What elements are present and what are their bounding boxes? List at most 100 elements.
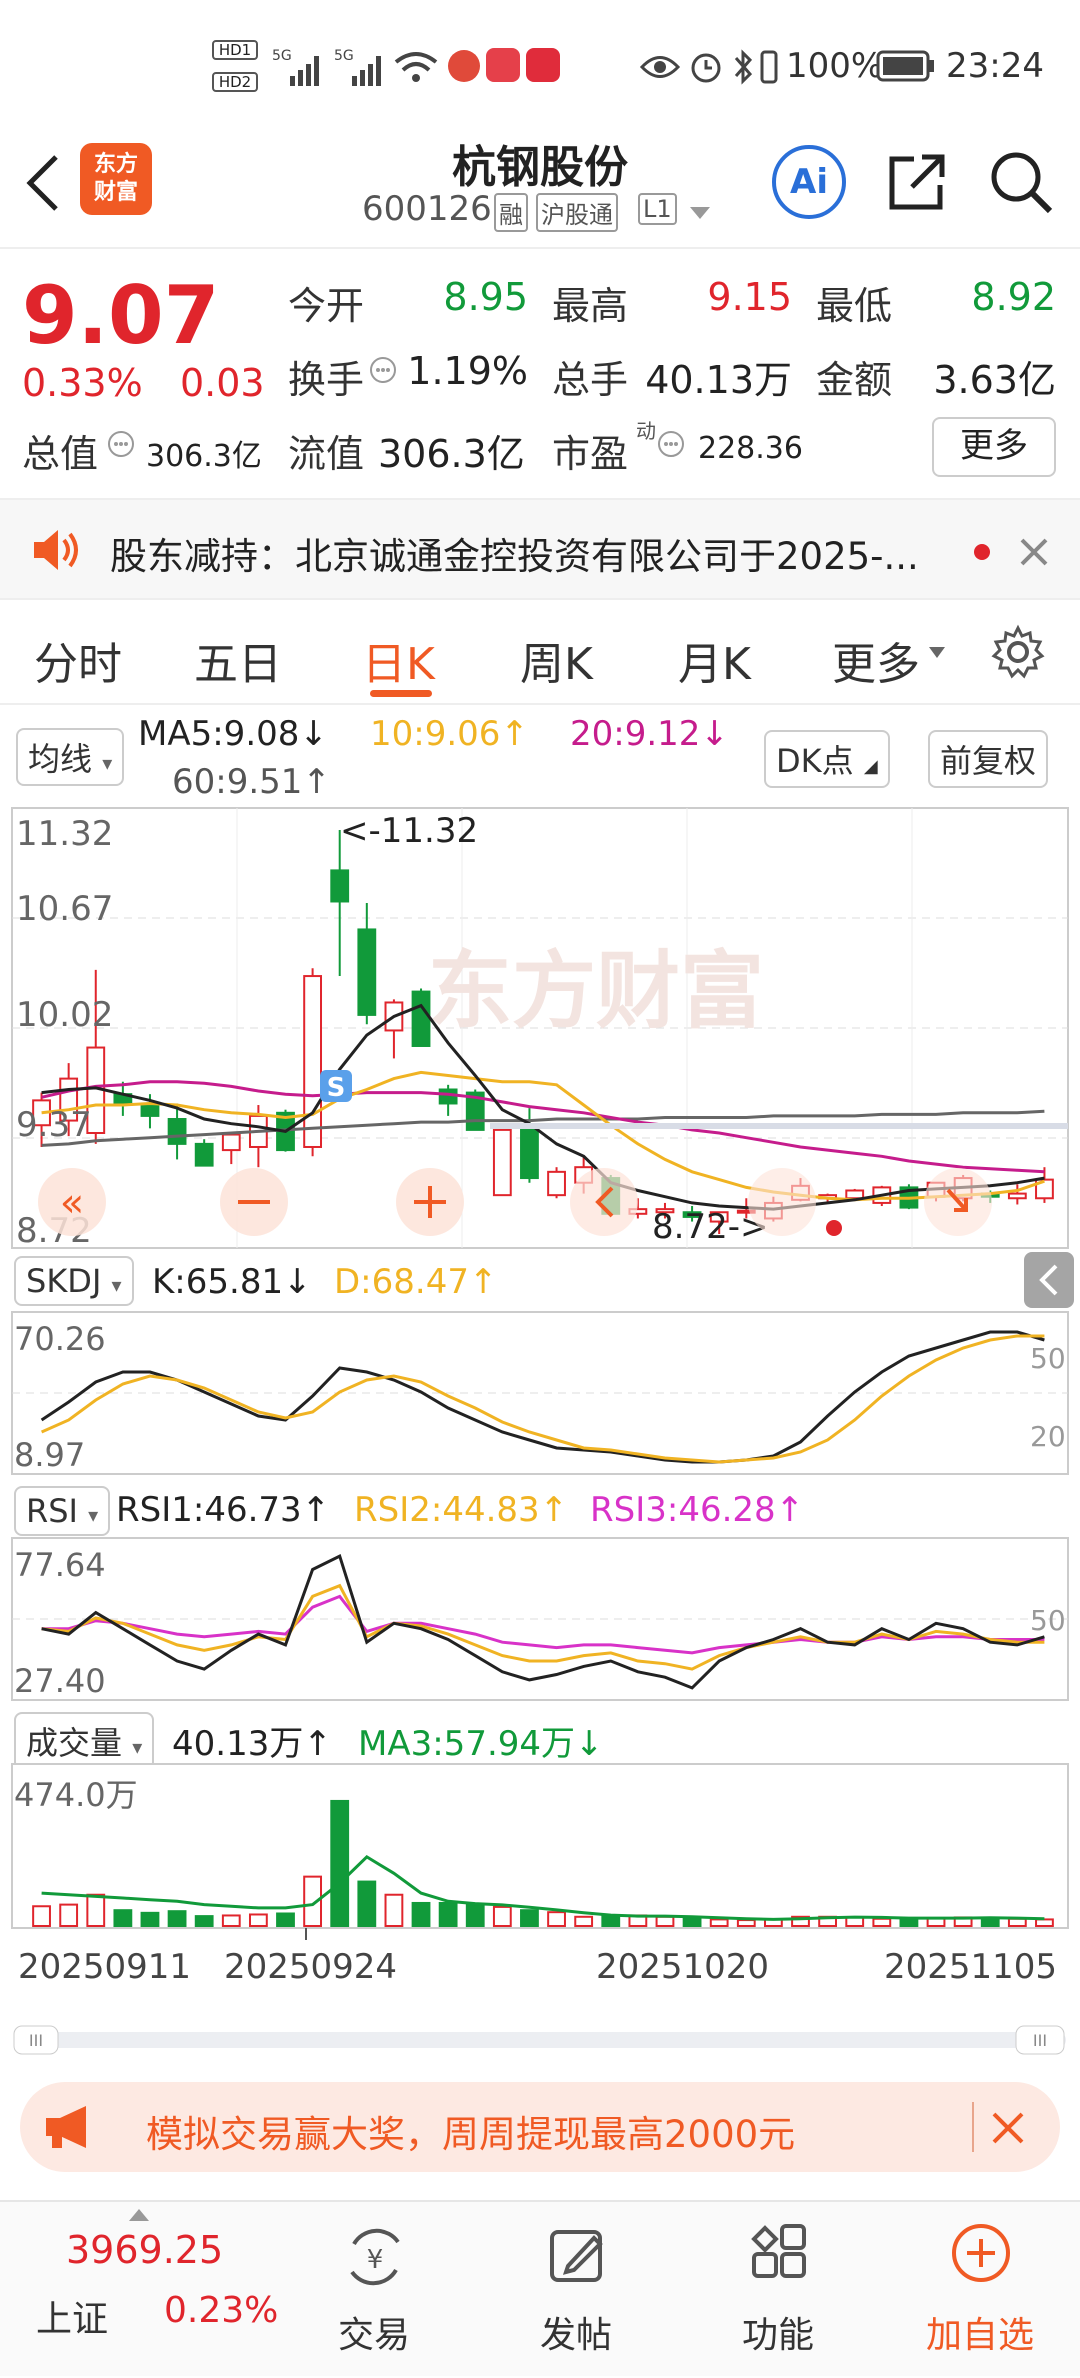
candle-body [303, 975, 323, 1148]
volume-bar [1035, 1918, 1054, 1928]
vibrate-icon [760, 50, 778, 84]
more-button[interactable]: 更多 [932, 417, 1056, 477]
skdj-ref-high: 50 [1030, 1342, 1066, 1375]
y-label-0: 11.32 [16, 814, 113, 854]
volume-bar [574, 1915, 594, 1927]
info-icon[interactable] [106, 429, 136, 459]
signal-dot [826, 1220, 842, 1236]
volume-bar [113, 1909, 133, 1927]
date-label-2: 20251020 [596, 1947, 769, 1987]
grid-icon [751, 2224, 806, 2278]
s-badge-label: S [327, 1073, 346, 1103]
info-icon[interactable] [656, 429, 686, 459]
candle-body [492, 1128, 512, 1197]
notice-text[interactable]: 股东减持：北京诚通金控投资有限公司于2025-... [110, 526, 960, 580]
volume-bar [32, 1905, 51, 1928]
date-label-3: 20251105 [884, 1947, 1057, 1987]
chevron-down-icon[interactable] [688, 205, 712, 221]
volume-bar [59, 1903, 79, 1927]
nav-add-watchlist[interactable]: 加自选 [880, 2202, 1080, 2378]
float-label: 流值 [288, 432, 365, 476]
skdj-y-bottom: 8.97 [14, 1436, 85, 1474]
bluetooth-icon [734, 49, 753, 85]
caret-down-icon [929, 647, 945, 658]
megaphone-icon [46, 2106, 86, 2148]
high-value: 9.15 [707, 275, 792, 319]
candle-body [330, 869, 350, 903]
volume-bar [384, 1893, 404, 1927]
side-panel-toggle[interactable] [1024, 1252, 1074, 1308]
y-label-2: 10.02 [16, 995, 113, 1035]
tab-daily-k[interactable]: 日K [362, 628, 435, 692]
max-price-marker: <-11.32 [340, 811, 478, 851]
period-tabs: 分时 五日 日K 周K 月K 更多 [0, 600, 1080, 705]
svg-text:III: III [1033, 2031, 1047, 2050]
promo-text[interactable]: 模拟交易赢大奖，周周提现最高2000元 [146, 2104, 795, 2158]
eye-icon [640, 56, 680, 78]
rsi-y-top: 77.64 [14, 1546, 106, 1584]
app-logo[interactable]: 东方 财富 [80, 143, 152, 215]
candle-body [520, 1125, 539, 1180]
ai-button[interactable]: Ai [772, 145, 846, 219]
gear-icon[interactable] [990, 624, 1046, 680]
date-label-0: 20250911 [18, 1947, 191, 1987]
battery-icon [876, 50, 934, 82]
kline-chart[interactable]: 东方财富 11.32 10.67 10.02 9.37 8.72 <-11.32… [0, 700, 1080, 2080]
volume-bar [411, 1901, 431, 1928]
hd1-icon: HD1 [212, 40, 258, 60]
tab-intraday[interactable]: 分时 [34, 628, 122, 692]
tag-level: L1 [638, 193, 677, 225]
close-icon[interactable] [1018, 536, 1050, 568]
unread-dot [974, 544, 990, 560]
candle-body [221, 1133, 241, 1152]
tab-more[interactable]: 更多 [832, 628, 920, 692]
low-value: 8.92 [971, 275, 1056, 319]
nav-post[interactable]: 发帖 [476, 2202, 676, 2378]
tab-five-day[interactable]: 五日 [194, 628, 282, 692]
volume-bar [547, 1911, 566, 1928]
info-icon[interactable] [368, 355, 398, 385]
yen-refresh-icon: ¥ [350, 2228, 400, 2286]
speaker-icon [34, 530, 78, 570]
volume-bar [140, 1911, 160, 1928]
volume-bar [465, 1903, 485, 1927]
high-label: 最高 [552, 284, 629, 328]
battery-percent: 100% [786, 46, 884, 86]
candle-body [194, 1142, 214, 1167]
candle-body [1007, 1192, 1027, 1200]
shopping-bag-icon [486, 48, 520, 82]
change-amount: 0.03 [180, 361, 265, 405]
active-tab-indicator [370, 690, 432, 697]
index-name: 上证 [36, 2299, 109, 2340]
notice-bar[interactable]: 股东减持：北京诚通金控投资有限公司于2025-... [0, 498, 1080, 600]
tab-monthly-k[interactable]: 月K [678, 628, 751, 692]
open-value: 8.95 [443, 275, 528, 319]
scroll-left-button[interactable] [570, 1168, 638, 1236]
skdj-ref-low: 20 [1030, 1420, 1066, 1453]
candle-body [357, 928, 377, 1016]
nav-functions[interactable]: 功能 [678, 2202, 878, 2378]
search-icon[interactable] [986, 147, 1056, 217]
tab-weekly-k[interactable]: 周K [520, 628, 593, 692]
tag-margin: 融 [494, 193, 528, 232]
pe-value: 228.36 [698, 431, 803, 466]
nav-trade[interactable]: ¥ 交易 [274, 2202, 474, 2378]
volume-value: 40.13万 [645, 358, 792, 402]
amount-label: 金额 [816, 358, 893, 402]
y-label-1: 10.67 [16, 889, 113, 929]
app-notification-icon [448, 50, 480, 82]
back-arrow-icon[interactable] [22, 153, 62, 213]
alarm-icon [691, 53, 721, 83]
index-widget[interactable]: 3969.25 上证 0.23% [20, 2202, 280, 2378]
edit-icon [550, 2230, 603, 2282]
range-scrollbar-track[interactable] [14, 2032, 1066, 2048]
turnover-label: 换手 [288, 358, 365, 402]
volume-y-top: 474.0万 [14, 1776, 138, 1814]
promo-banner[interactable]: 模拟交易赢大奖，周周提现最高2000元 [20, 2082, 1060, 2172]
mktcap-label: 总值 [22, 432, 99, 476]
close-icon[interactable] [988, 2110, 1028, 2146]
share-icon[interactable] [884, 149, 950, 215]
scroll-right-button[interactable] [748, 1168, 816, 1236]
candle-body [167, 1118, 187, 1145]
low-label: 最低 [816, 284, 893, 328]
